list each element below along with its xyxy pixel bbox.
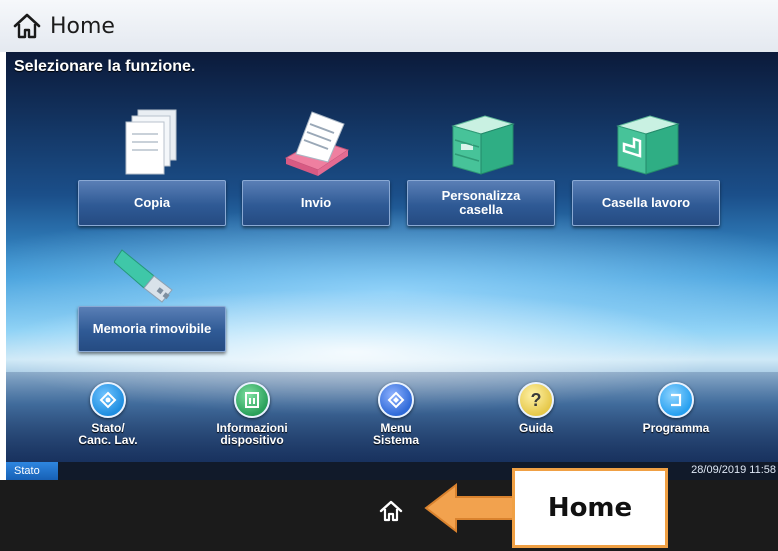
help-icon: ? xyxy=(518,382,554,418)
app-custom-box[interactable]: Personalizza casella xyxy=(407,104,555,278)
status-tab[interactable]: Stato xyxy=(6,462,58,480)
home-icon[interactable] xyxy=(12,11,42,41)
function-bar: Stato/ Canc. Lav. Informazioni dispositi… xyxy=(6,372,778,464)
left-arrow-icon xyxy=(424,482,519,534)
system-menu-icon xyxy=(378,382,414,418)
app-removable-memory[interactable]: Memoria rimovibile xyxy=(78,228,226,352)
help-label: Guida xyxy=(518,421,553,435)
title-bar: Home xyxy=(0,0,778,52)
app-send[interactable]: Invio xyxy=(242,104,390,278)
device-info-button[interactable]: Informazioni dispositivo xyxy=(192,382,312,446)
status-icon xyxy=(90,382,126,418)
help-button[interactable]: ? Guida xyxy=(476,382,596,434)
datetime: 28/09/2019 11:58 xyxy=(691,464,776,476)
device-info-label: Informazioni dispositivo xyxy=(216,421,288,447)
instruction-text: Selezionare la funzione. xyxy=(14,58,196,75)
usb-memory-icon xyxy=(114,249,173,303)
program-icon xyxy=(658,382,694,418)
job-box-icon xyxy=(616,115,680,175)
device-info-icon xyxy=(234,382,270,418)
program-button[interactable]: Programma xyxy=(616,382,736,434)
removable-memory-button[interactable]: Memoria rimovibile xyxy=(78,306,226,352)
home-callout: Home xyxy=(512,468,668,548)
system-menu-label: Menu Sistema xyxy=(372,421,420,447)
custom-box-icon xyxy=(451,115,515,175)
job-box-button[interactable]: Casella lavoro xyxy=(572,180,720,226)
copy-button[interactable]: Copia xyxy=(78,180,226,226)
system-menu-button[interactable]: Menu Sistema xyxy=(336,382,456,446)
custom-box-button[interactable]: Personalizza casella xyxy=(407,180,555,226)
send-icon xyxy=(284,111,350,176)
status-label: Stato/ Canc. Lav. xyxy=(78,421,138,447)
copy-icon xyxy=(125,109,177,175)
send-button[interactable]: Invio xyxy=(242,180,390,226)
program-label: Programma xyxy=(642,421,710,435)
status-job-cancel-button[interactable]: Stato/ Canc. Lav. xyxy=(48,382,168,446)
app-job-box[interactable]: Casella lavoro xyxy=(572,104,720,278)
hardware-home-icon[interactable] xyxy=(378,498,404,524)
page-title: Home xyxy=(50,13,115,39)
